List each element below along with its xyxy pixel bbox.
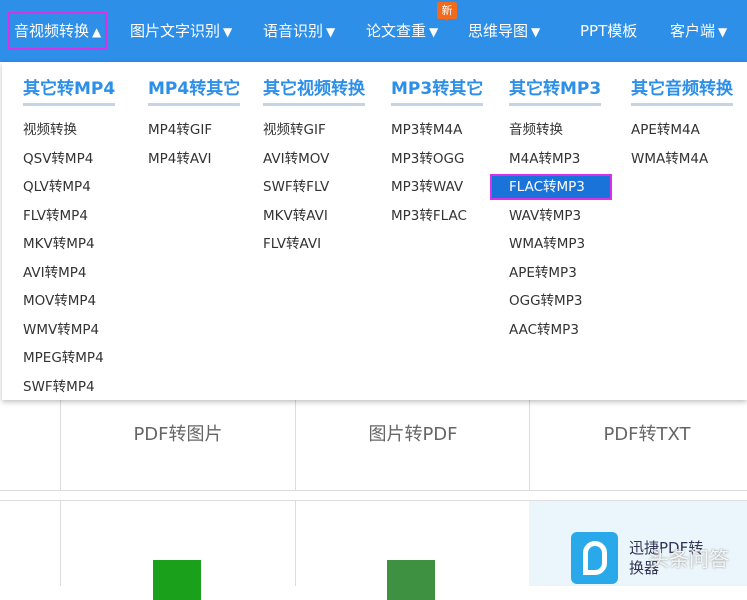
menu-item[interactable]: MP4转AVI (148, 145, 240, 174)
menu-item[interactable]: AAC转MP3 (509, 316, 612, 345)
menu-item[interactable]: MP4转GIF (148, 116, 240, 145)
menu-item[interactable]: AVI转MOV (263, 145, 365, 174)
menu-item[interactable]: FLV转MP4 (23, 202, 115, 231)
menu-item[interactable]: M4A转MP3 (509, 145, 612, 174)
caret-down-icon: ▼ (718, 25, 728, 39)
caret-down-icon: ▼ (223, 25, 233, 39)
menu-item[interactable]: SWF转FLV (263, 173, 365, 202)
nav-item-1[interactable]: 图片文字识别 ▼ (130, 12, 232, 50)
menu-item[interactable]: FLAC转MP3 (490, 174, 612, 200)
file-icon (387, 560, 435, 600)
menu-column: 其它视频转换 视频转GIF AVI转MOV SWF转FLV MKV转AVI FLV转AVI (263, 74, 365, 259)
menu-item[interactable]: WMV转MP4 (23, 316, 115, 345)
menu-item[interactable]: MP3转OGG (391, 145, 483, 174)
new-badge: 新 (437, 2, 457, 21)
tool-image-to-pdf[interactable]: 图片转PDF (296, 420, 530, 446)
nav-label: 图片文字识别 (130, 22, 221, 40)
menu-item[interactable]: MP3转WAV (391, 173, 483, 202)
nav-label: 思维导图 (468, 22, 529, 40)
menu-item[interactable]: MOV转MP4 (23, 287, 115, 316)
menu-item[interactable]: MKV转MP4 (23, 230, 115, 259)
menu-column: 其它转MP4 视频转换 QSV转MP4 QLV转MP4 FLV转MP4 MKV转MP4 AV… (23, 74, 116, 402)
menu-column: MP3转其它 MP3转M4A MP3转OGG MP3转WAV MP3转FLAC (391, 74, 484, 231)
nav-label: 论文查重 (366, 22, 427, 40)
menu-item[interactable]: 视频转换 (23, 116, 115, 145)
caret-down-icon: ▼ (326, 25, 336, 39)
promo-card[interactable]: 迅捷PDF转 换器 头条问答 (529, 501, 747, 586)
menu-item[interactable]: SWF转MP4 (23, 373, 115, 402)
menu-item[interactable]: MPEG转MP4 (23, 344, 115, 373)
nav-label: 语音识别 (263, 22, 324, 40)
nav-item-0[interactable]: 音视频转换 ▲ (8, 12, 108, 50)
tool-pdf-to-txt[interactable]: PDF转TXT (530, 420, 747, 446)
menu-item[interactable]: FLV转AVI (263, 230, 365, 259)
column-title: 其它转MP3 (509, 74, 602, 106)
menu-item[interactable]: WMA转MP3 (509, 230, 612, 259)
menu-column: MP4转其它 MP4转GIF MP4转AVI (148, 74, 241, 174)
nav-item-6[interactable]: 客户端 ▼ (670, 12, 727, 50)
caret-down-icon: ▼ (531, 25, 541, 39)
menu-item[interactable]: APE转M4A (631, 116, 733, 145)
menu-item[interactable]: OGG转MP3 (509, 287, 612, 316)
caret-up-icon: ▲ (92, 25, 102, 39)
nav-item-4[interactable]: 思维导图 ▼ (468, 12, 540, 50)
column-title: 其它视频转换 (263, 74, 365, 106)
nav-label: 客户端 (670, 22, 716, 40)
nav-item-3[interactable]: 论文查重 ▼ (366, 12, 438, 50)
tool-pdf-to-image[interactable]: PDF转图片 (61, 420, 295, 446)
menu-item[interactable]: 音频转换 (509, 116, 612, 145)
menu-item[interactable]: APE转MP3 (509, 259, 612, 288)
menu-item[interactable]: WAV转MP3 (509, 202, 612, 231)
menu-item[interactable]: MKV转AVI (263, 202, 365, 231)
column-title: 其它转MP4 (23, 74, 116, 106)
menu-item[interactable]: MP3转FLAC (391, 202, 483, 231)
menu-item[interactable]: AVI转MP4 (23, 259, 115, 288)
caret-down-icon: ▼ (429, 25, 439, 39)
nav-item-5[interactable]: PPT模板 (580, 12, 637, 50)
nav-item-2[interactable]: 语音识别 ▼ (263, 12, 335, 50)
nav-label: 音视频转换 (14, 22, 90, 40)
top-nav: 音视频转换 ▲ 图片文字识别 ▼ 语音识别 ▼ 论文查重 ▼ 思维导图 ▼ PPT模板 客户端 ▼ (0, 0, 747, 62)
column-title: MP4转其它 (148, 74, 241, 106)
watermark: 头条问答 (649, 547, 729, 571)
dropdown-menu: 其它转MP4 视频转换 QSV转MP4 QLV转MP4 FLV转MP4 MKV转MP4 AV… (2, 62, 747, 400)
column-title: MP3转其它 (391, 74, 484, 106)
column-title: 其它音频转换 (631, 74, 733, 106)
menu-item[interactable]: 视频转GIF (263, 116, 365, 145)
menu-column: 其它转MP3 音频转换 M4A转MP3 FLAC转MP3 WAV转MP3 WMA转MP3 A… (490, 74, 612, 345)
menu-column: 其它音频转换 APE转M4A WMA转M4A (631, 74, 733, 173)
excel-icon (153, 560, 201, 600)
menu-item[interactable]: QLV转MP4 (23, 173, 115, 202)
pdf-app-icon (571, 532, 618, 584)
menu-item[interactable]: QSV转MP4 (23, 145, 115, 174)
menu-item[interactable]: MP3转M4A (391, 116, 483, 145)
menu-item[interactable]: WMA转M4A (631, 145, 733, 174)
nav-label: PPT模板 (580, 22, 638, 40)
